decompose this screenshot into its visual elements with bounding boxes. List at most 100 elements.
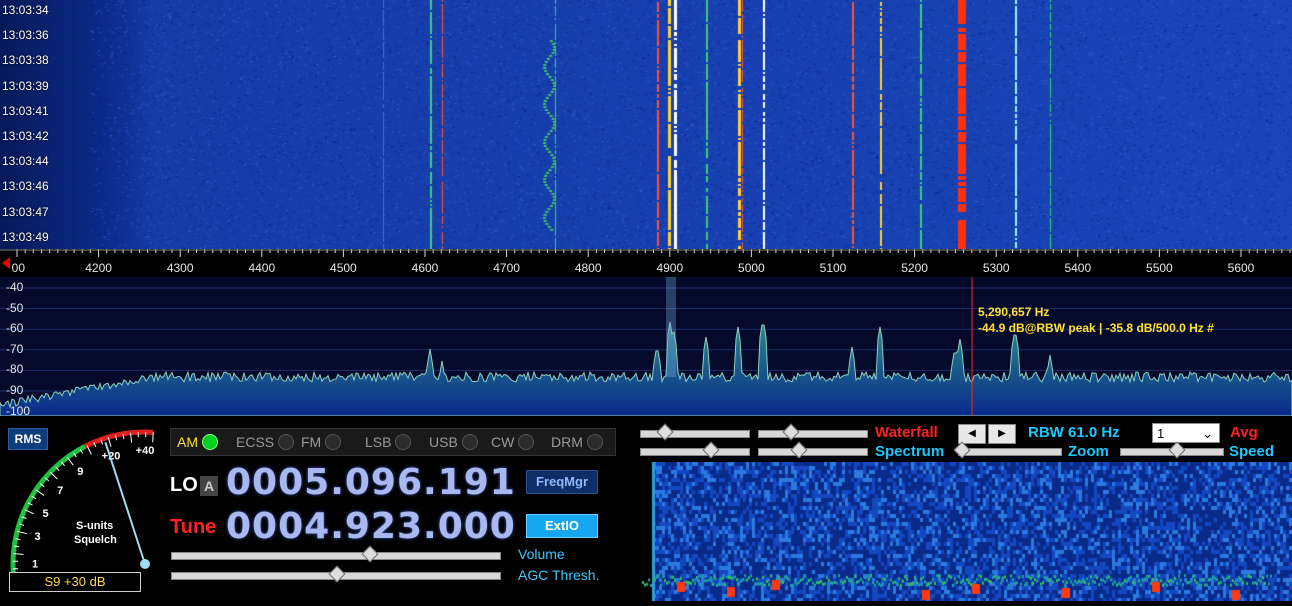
s-meter-scale-label: 5 [42, 508, 48, 520]
avg-select[interactable]: 1⌄ [1152, 423, 1220, 443]
frequency-tick-label: 5300 [983, 261, 1010, 275]
squelch-label: Squelch [74, 534, 117, 546]
db-tick-label: -60 [6, 321, 23, 335]
zoom-slider[interactable] [958, 448, 1062, 456]
spectrum-cursor-readout: 5,290,657 Hz -44.9 dB@RBW peak | -35.8 d… [978, 304, 1214, 336]
s-meter-readout: S9 +30 dB [9, 572, 141, 592]
spectrum-plot[interactable] [0, 277, 1292, 416]
frequency-axis[interactable]: 0042004300440045004600470048004900500051… [0, 249, 1292, 277]
rbw-label: RBW 61.0 Hz [1028, 424, 1120, 441]
speed-slider[interactable] [1120, 448, 1224, 456]
timestamp-label: 13:03:46 [2, 179, 49, 193]
avg-value: 1 [1157, 426, 1164, 441]
mode-cw-button[interactable]: CW [491, 431, 534, 453]
slider-thumb[interactable] [791, 442, 808, 459]
mode-drm-button[interactable]: DRM [551, 431, 603, 453]
frequency-tick-label: 4500 [330, 261, 357, 275]
waterfall-display[interactable]: 13:03:34 13:03:36 13:03:38 13:03:39 13:03:41… [0, 0, 1292, 249]
mode-led-icon [395, 434, 411, 450]
volume-label: Volume [518, 546, 565, 562]
frequency-tick-label: 4600 [412, 261, 439, 275]
mode-led-icon [325, 434, 341, 450]
mode-label: ECSS [236, 434, 274, 450]
extio-button[interactable]: ExtIO [526, 514, 598, 538]
db-tick-label: -40 [6, 280, 23, 294]
spectrum-contrast-slider[interactable] [640, 448, 750, 456]
mode-ecss-button[interactable]: ECSS [236, 431, 294, 453]
tune-frequency-display[interactable]: 0004.923.000 [226, 506, 516, 547]
timestamp-label: 13:03:34 [2, 3, 49, 17]
db-tick-label: -50 [6, 301, 23, 315]
frequency-tick-label: 5000 [738, 261, 765, 275]
frequency-tick-label: 4800 [575, 261, 602, 275]
mode-label: CW [491, 434, 514, 450]
frequency-tick-label: 5500 [1146, 261, 1173, 275]
freqmgr-button[interactable]: FreqMgr [526, 470, 598, 494]
waterfall-canvas[interactable] [0, 0, 1292, 249]
scroll-left-arrow-icon[interactable] [2, 257, 10, 269]
mode-usb-button[interactable]: USB [429, 431, 478, 453]
mode-label: USB [429, 434, 458, 450]
s-meter-scale-label: 3 [35, 531, 41, 543]
frequency-tick-label: 5400 [1064, 261, 1091, 275]
slider-thumb[interactable] [703, 442, 720, 459]
slider-thumb[interactable] [657, 424, 674, 441]
mode-label: DRM [551, 434, 583, 450]
spectrum-label: Spectrum [875, 443, 944, 460]
zoomed-waterfall[interactable] [632, 462, 1292, 601]
mode-label: AM [177, 434, 198, 450]
timestamp-label: 13:03:41 [2, 104, 49, 118]
mode-fm-button[interactable]: FM [301, 431, 341, 453]
agc-threshold-label: AGC Thresh. [518, 567, 599, 583]
waterfall-brightness-slider[interactable] [758, 430, 868, 438]
mode-label: LSB [365, 434, 391, 450]
waterfall-contrast-slider[interactable] [640, 430, 750, 438]
s-meter-scale-label: 9 [77, 466, 83, 478]
lo-frequency-display[interactable]: 0005.096.191 [226, 462, 516, 503]
mode-led-icon [587, 434, 603, 450]
timestamp-label: 13:03:38 [2, 53, 49, 67]
slider-thumb[interactable] [954, 442, 971, 459]
agc-threshold-slider[interactable] [171, 572, 501, 580]
frequency-tick-label: 4200 [85, 261, 112, 275]
frequency-tick-label: 4900 [656, 261, 683, 275]
mode-led-icon [278, 434, 294, 450]
spectrum-display[interactable]: -40-50-60-70-80-90-100 5,290,657 Hz -44.… [0, 277, 1292, 416]
s-meter-pivot [140, 559, 150, 569]
volume-slider[interactable] [171, 552, 501, 560]
timestamp-label: 13:03:47 [2, 205, 49, 219]
mode-am-button[interactable]: AM [177, 431, 218, 453]
slider-thumb[interactable] [783, 424, 800, 441]
db-tick-label: -70 [6, 342, 23, 356]
readout-level: -44.9 dB@RBW peak | -35.8 dB/500.0 Hz # [978, 320, 1214, 336]
step-right-button[interactable]: ▶ [988, 424, 1016, 444]
mode-led-icon [202, 434, 218, 450]
mode-led-icon [462, 434, 478, 450]
db-tick-label: -80 [6, 362, 23, 376]
timestamp-label: 13:03:49 [2, 230, 49, 244]
s-units-label: S-units [76, 520, 113, 532]
speed-label: Speed [1229, 443, 1274, 460]
mode-led-icon [518, 434, 534, 450]
agc-slider-thumb[interactable] [329, 566, 346, 583]
s-meter-scale-label: +40 [136, 445, 155, 457]
s-meter-scale-label: 1 [32, 559, 38, 571]
lo-label: LO [170, 474, 198, 497]
timestamp-label: 13:03:42 [2, 129, 49, 143]
timestamp-label: 13:03:39 [2, 79, 49, 93]
lo-a-button[interactable]: A [200, 476, 218, 496]
frequency-tick-label: 5600 [1228, 261, 1255, 275]
mode-lsb-button[interactable]: LSB [365, 431, 411, 453]
mode-label: FM [301, 434, 321, 450]
frequency-tick-label: 5100 [820, 261, 847, 275]
spectrum-brightness-slider[interactable] [758, 448, 868, 456]
timestamp-label: 13:03:36 [2, 28, 49, 42]
control-panel: RMS 13579+20+40 S-units Squelch S9 +30 d… [0, 416, 1292, 601]
zoomed-waterfall-canvas[interactable] [632, 462, 1292, 601]
volume-slider-thumb[interactable] [361, 546, 378, 563]
s-meter-scale-label: 7 [57, 485, 63, 497]
db-tick-label: -90 [6, 383, 23, 397]
chevron-down-icon: ⌄ [1202, 424, 1213, 444]
frequency-tick-label: 4700 [493, 261, 520, 275]
slider-thumb[interactable] [1169, 442, 1186, 459]
